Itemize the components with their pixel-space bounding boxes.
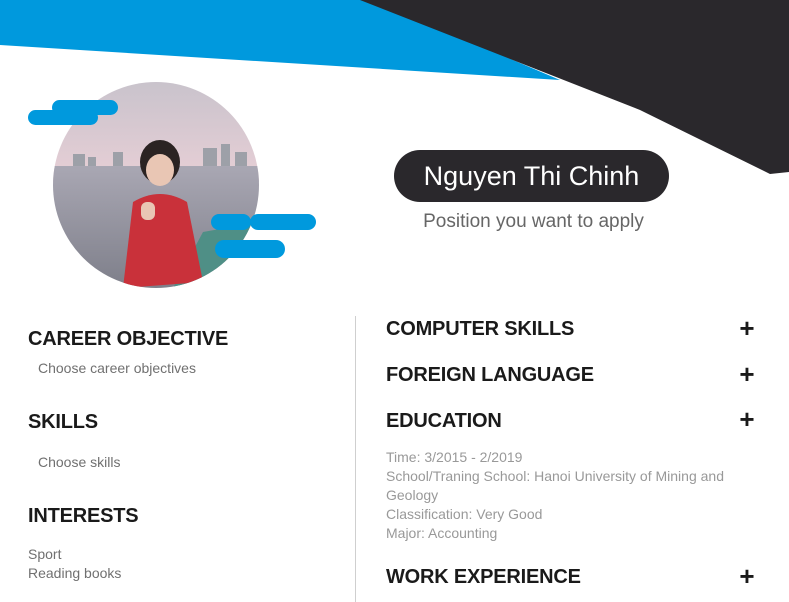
work-experience-title: WORK EXPERIENCE: [386, 566, 581, 588]
foreign-language-title: FOREIGN LANGUAGE: [386, 364, 594, 386]
decor-bar-5: [215, 240, 285, 258]
education-school[interactable]: School/Traning School: Hanoi University …: [386, 467, 746, 486]
education-title: EDUCATION: [386, 410, 502, 432]
interest-item[interactable]: Reading books: [28, 565, 121, 581]
education-time[interactable]: Time: 3/2015 - 2/2019: [386, 448, 746, 467]
career-objective-title: CAREER OBJECTIVE: [28, 328, 229, 350]
add-computer-skills-button[interactable]: +: [734, 315, 760, 341]
interests-title: INTERESTS: [28, 505, 139, 527]
computer-skills-title: COMPUTER SKILLS: [386, 318, 575, 340]
add-foreign-language-button[interactable]: +: [734, 361, 760, 387]
add-education-button[interactable]: +: [734, 406, 760, 432]
decor-bar-4: [211, 214, 251, 230]
education-details: Time: 3/2015 - 2/2019 School/Traning Sch…: [386, 448, 746, 543]
column-divider: [355, 316, 356, 602]
skills-title: SKILLS: [28, 411, 98, 433]
education-school-cont[interactable]: Geology: [386, 486, 746, 505]
add-work-experience-button[interactable]: +: [734, 563, 760, 589]
education-major[interactable]: Major: Accounting: [386, 524, 746, 543]
position-field[interactable]: Position you want to apply: [394, 211, 673, 233]
education-classification[interactable]: Classification: Very Good: [386, 505, 746, 524]
skills-field[interactable]: Choose skills: [38, 454, 120, 470]
decor-bar-3: [250, 214, 316, 230]
career-objective-field[interactable]: Choose career objectives: [38, 360, 196, 376]
candidate-name[interactable]: Nguyen Thi Chinh: [394, 150, 669, 202]
interest-item[interactable]: Sport: [28, 546, 61, 562]
decor-bar-2: [28, 110, 98, 125]
